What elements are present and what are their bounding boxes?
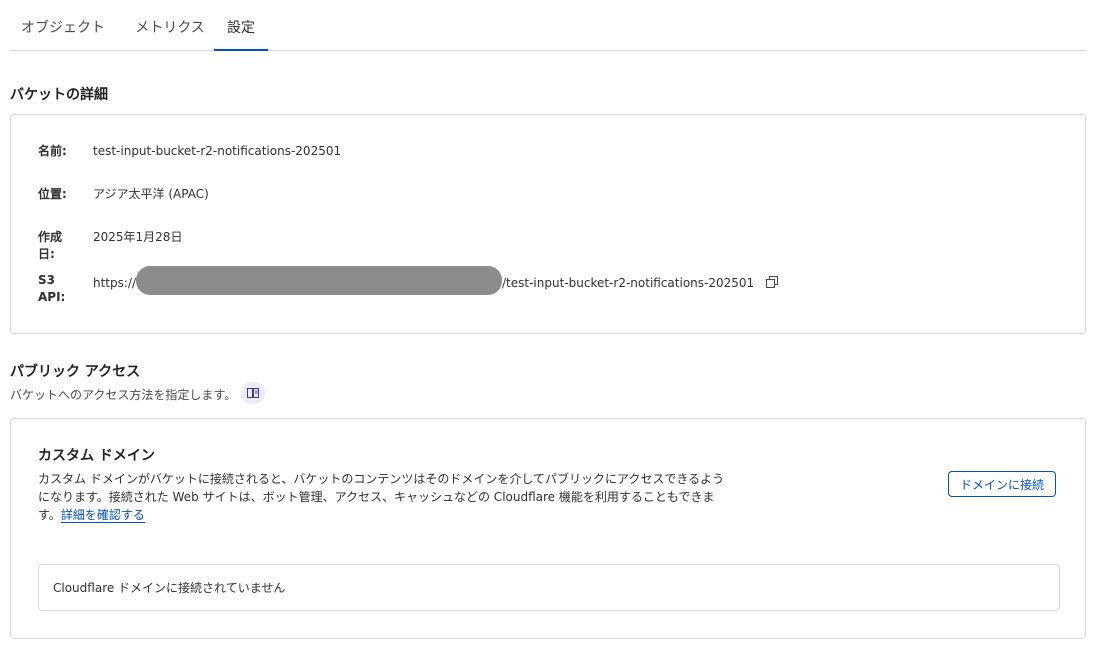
tab-objects[interactable]: オブジェクト bbox=[10, 0, 116, 50]
detail-label-s3-api: S3 API: bbox=[38, 273, 66, 304]
public-access-description: バケットへのアクセス方法を指定します。 bbox=[10, 388, 237, 402]
connect-domain-button[interactable]: ドメインに接続 bbox=[948, 471, 1056, 497]
tab-bar: オブジェクト メトリクス 設定 bbox=[10, 0, 1086, 51]
s3-api-suffix: /test-input-bucket-r2-notifications-2025… bbox=[502, 276, 755, 290]
book-icon[interactable] bbox=[241, 382, 265, 404]
bucket-details-card: 名前: test-input-bucket-r2-notifications-2… bbox=[10, 114, 1086, 334]
public-access-heading: パブリック アクセス bbox=[10, 364, 141, 380]
detail-label-location: 位置: bbox=[38, 187, 67, 201]
tab-settings[interactable]: 設定 bbox=[214, 0, 268, 51]
custom-domain-card: カスタム ドメイン カスタム ドメインがバケットに接続されると、バケットのコンテ… bbox=[10, 418, 1086, 639]
detail-label-name: 名前: bbox=[38, 144, 67, 158]
redacted-account-id bbox=[136, 266, 503, 295]
detail-value-s3-api: https:// /test-input-bucket-r2-notificati… bbox=[93, 266, 778, 295]
detail-value-name: test-input-bucket-r2-notifications-20250… bbox=[93, 144, 342, 158]
learn-more-link[interactable]: 詳細を確認する bbox=[60, 508, 145, 523]
s3-api-prefix: https:// bbox=[93, 276, 137, 290]
detail-label-created: 作成日: bbox=[38, 230, 63, 261]
domain-status-text: Cloudflare ドメインに接続されていません bbox=[53, 581, 286, 595]
detail-value-location: アジア太平洋 (APAC) bbox=[93, 187, 209, 201]
bucket-details-heading: バケットの詳細 bbox=[10, 87, 108, 103]
detail-value-created: 2025年1月28日 bbox=[93, 230, 183, 244]
domain-status-box: Cloudflare ドメインに接続されていません bbox=[38, 564, 1060, 611]
tab-metrics[interactable]: メトリクス bbox=[122, 0, 218, 50]
copy-icon[interactable] bbox=[766, 276, 778, 293]
custom-domain-description: カスタム ドメインがバケットに接続されると、バケットのコンテンツはそのドメインを… bbox=[38, 470, 728, 524]
custom-domain-title: カスタム ドメイン bbox=[38, 448, 155, 464]
